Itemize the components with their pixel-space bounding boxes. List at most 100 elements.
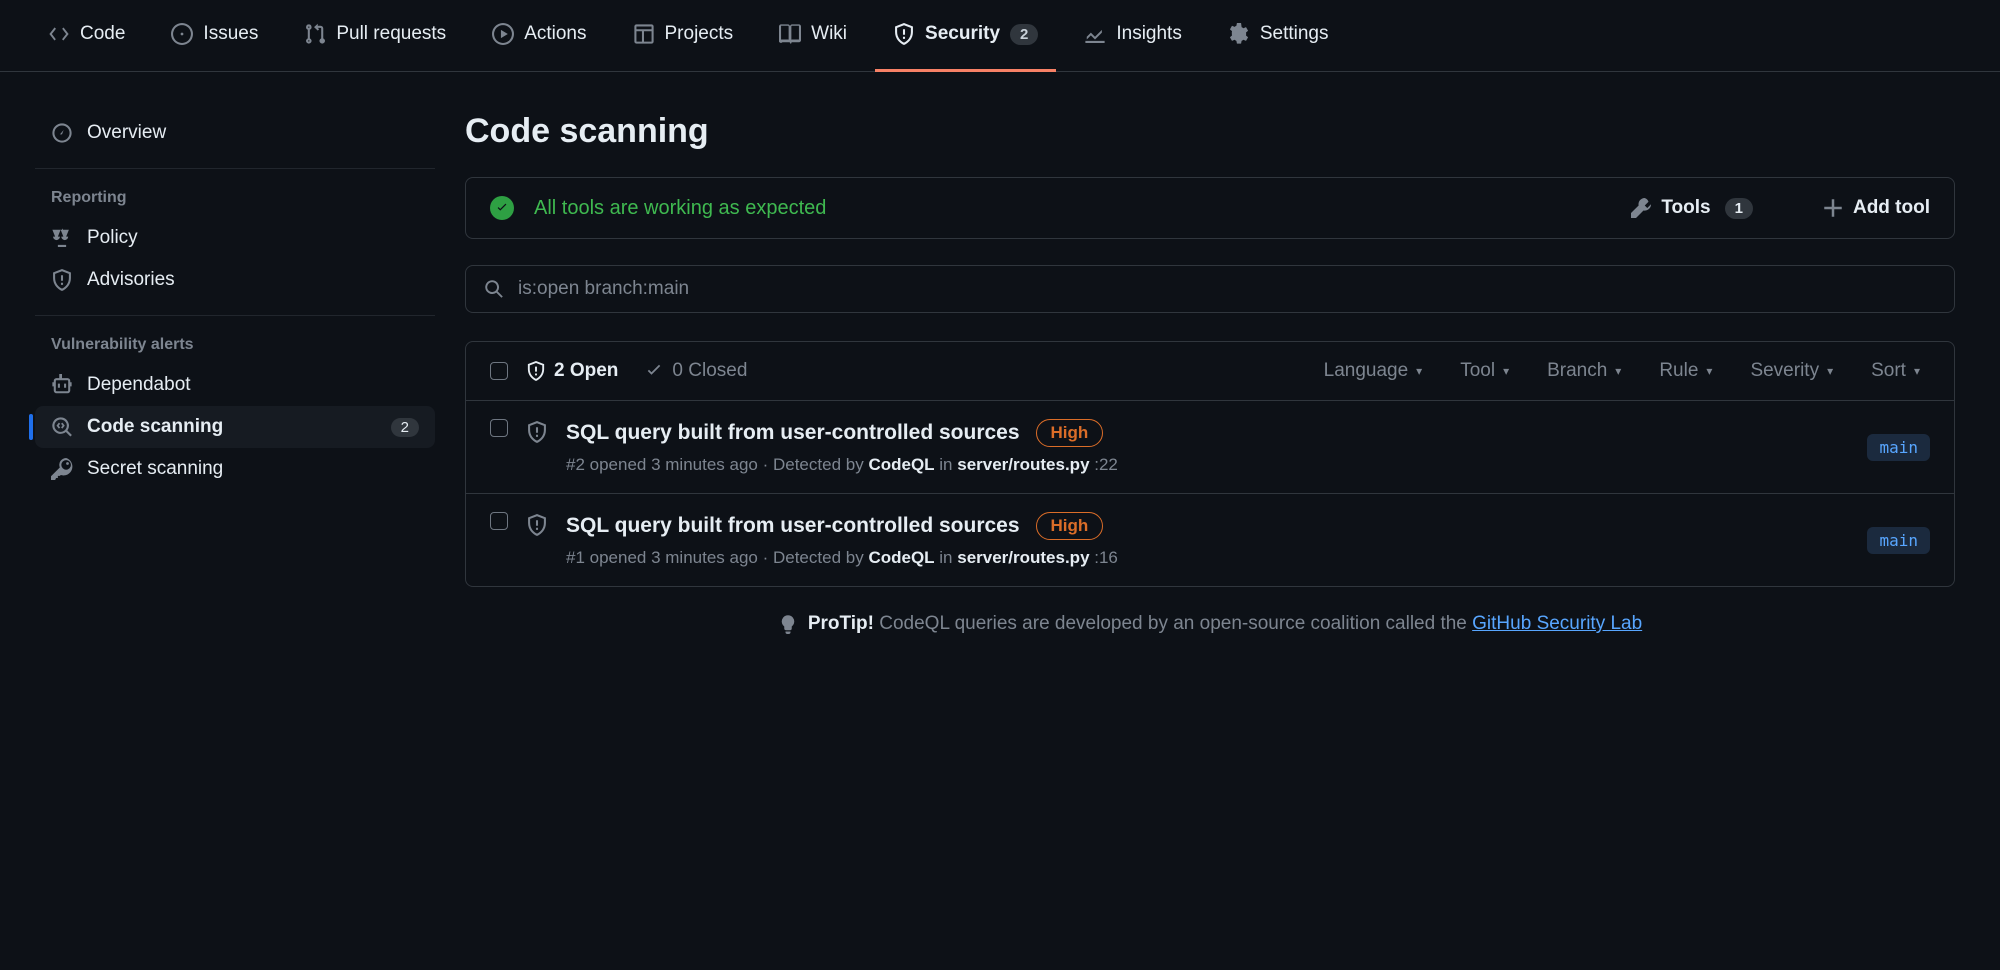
shield-alert-icon — [526, 514, 548, 536]
codescan-icon — [51, 416, 73, 438]
branch-badge: main — [1867, 527, 1930, 554]
tab-label: Issues — [203, 23, 258, 45]
main-content: Code scanning All tools are working as e… — [465, 112, 1955, 635]
chevron-down-icon: ▾ — [1914, 364, 1920, 378]
protip-label: ProTip! — [808, 613, 874, 634]
shield-alert-icon — [526, 421, 548, 443]
severity-badge: High — [1036, 512, 1104, 540]
check-icon — [644, 361, 664, 381]
sidebar-label: Dependabot — [87, 374, 191, 396]
tab-settings[interactable]: Settings — [1210, 0, 1347, 72]
sidebar-item-secret-scanning[interactable]: Secret scanning — [35, 448, 435, 490]
sidebar-item-code-scanning[interactable]: Code scanning 2 — [35, 406, 435, 448]
tab-pull-requests[interactable]: Pull requests — [286, 0, 464, 72]
protip-link[interactable]: GitHub Security Lab — [1472, 613, 1642, 634]
shield-alert-icon — [526, 361, 546, 381]
sidebar-label: Code scanning — [87, 416, 223, 438]
branch-badge: main — [1867, 434, 1930, 461]
chevron-down-icon: ▾ — [1416, 364, 1422, 378]
tab-label: Actions — [524, 23, 586, 45]
tab-label: Projects — [665, 23, 734, 45]
open-tab[interactable]: 2 Open — [526, 360, 618, 382]
tab-label: Security — [925, 23, 1000, 45]
search-box[interactable] — [465, 265, 1955, 313]
protip: ProTip! CodeQL queries are developed by … — [465, 613, 1955, 635]
security-sidebar: Overview Reporting Policy Advisories Vul… — [35, 112, 435, 635]
filter-language[interactable]: Language▾ — [1314, 360, 1433, 382]
search-input[interactable] — [518, 278, 1936, 300]
meter-icon — [51, 122, 73, 144]
sidebar-label: Advisories — [87, 269, 175, 291]
tab-insights[interactable]: Insights — [1066, 0, 1199, 72]
add-tool-label: Add tool — [1853, 197, 1930, 219]
code-icon — [48, 23, 70, 45]
key-icon — [51, 458, 73, 480]
chevron-down-icon: ▾ — [1503, 364, 1509, 378]
graph-icon — [1084, 23, 1106, 45]
tab-security[interactable]: Security 2 — [875, 0, 1056, 72]
sidebar-section-vuln: Vulnerability alerts — [35, 330, 435, 364]
sidebar-item-overview[interactable]: Overview — [35, 112, 435, 154]
divider — [35, 168, 435, 169]
code-scanning-count: 2 — [391, 418, 419, 437]
closed-tab[interactable]: 0 Closed — [644, 360, 747, 382]
alert-list-header: 2 Open 0 Closed Language▾ Tool▾ Branch▾ … — [466, 342, 1954, 401]
divider — [35, 315, 435, 316]
open-count-label: 2 Open — [554, 360, 618, 382]
sidebar-label: Overview — [87, 122, 166, 144]
gear-icon — [1228, 23, 1250, 45]
sidebar-label: Policy — [87, 227, 138, 249]
tool-status-bar: All tools are working as expected Tools … — [465, 177, 1955, 239]
alert-list: 2 Open 0 Closed Language▾ Tool▾ Branch▾ … — [465, 341, 1955, 587]
alert-checkbox[interactable] — [490, 512, 508, 530]
sidebar-item-advisories[interactable]: Advisories — [35, 259, 435, 301]
filter-rule[interactable]: Rule▾ — [1649, 360, 1722, 382]
page-title: Code scanning — [465, 112, 1955, 151]
shield-icon — [893, 23, 915, 45]
filter-sort[interactable]: Sort▾ — [1861, 360, 1930, 382]
book-icon — [779, 23, 801, 45]
sidebar-item-policy[interactable]: Policy — [35, 217, 435, 259]
severity-badge: High — [1036, 419, 1104, 447]
tab-label: Code — [80, 23, 125, 45]
sidebar-label: Secret scanning — [87, 458, 223, 480]
chevron-down-icon: ▾ — [1827, 364, 1833, 378]
wrench-icon — [1631, 198, 1651, 218]
select-all-checkbox[interactable] — [490, 362, 508, 380]
security-count-badge: 2 — [1010, 24, 1038, 45]
alert-row[interactable]: SQL query built from user-controlled sou… — [466, 494, 1954, 586]
sidebar-item-dependabot[interactable]: Dependabot — [35, 364, 435, 406]
dependabot-icon — [51, 374, 73, 396]
tools-count: 1 — [1725, 198, 1753, 219]
alert-meta: #2 opened 3 minutes ago · Detected by Co… — [566, 455, 1849, 475]
tools-dropdown[interactable]: Tools 1 — [1631, 197, 1753, 219]
law-icon — [51, 227, 73, 249]
git-pull-request-icon — [304, 23, 326, 45]
tools-label: Tools — [1661, 197, 1710, 219]
chevron-down-icon: ▾ — [1615, 364, 1621, 378]
tab-label: Wiki — [811, 23, 847, 45]
tab-code[interactable]: Code — [30, 0, 143, 72]
sidebar-section-reporting: Reporting — [35, 183, 435, 217]
filter-tool[interactable]: Tool▾ — [1450, 360, 1519, 382]
tab-label: Settings — [1260, 23, 1329, 45]
alert-title: SQL query built from user-controlled sou… — [566, 421, 1020, 445]
filter-branch[interactable]: Branch▾ — [1537, 360, 1631, 382]
alert-meta: #1 opened 3 minutes ago · Detected by Co… — [566, 548, 1849, 568]
status-text: All tools are working as expected — [534, 197, 826, 220]
tab-actions[interactable]: Actions — [474, 0, 604, 72]
alert-row[interactable]: SQL query built from user-controlled sou… — [466, 401, 1954, 494]
alert-title: SQL query built from user-controlled sou… — [566, 514, 1020, 538]
tab-issues[interactable]: Issues — [153, 0, 276, 72]
plus-icon — [1823, 198, 1843, 218]
tab-wiki[interactable]: Wiki — [761, 0, 865, 72]
shield-icon — [51, 269, 73, 291]
add-tool-button[interactable]: Add tool — [1823, 197, 1930, 219]
play-icon — [492, 23, 514, 45]
chevron-down-icon: ▾ — [1706, 364, 1712, 378]
alert-checkbox[interactable] — [490, 419, 508, 437]
filter-severity[interactable]: Severity▾ — [1740, 360, 1843, 382]
lightbulb-icon — [778, 614, 798, 634]
tab-projects[interactable]: Projects — [615, 0, 752, 72]
repo-nav: Code Issues Pull requests Actions Projec… — [0, 0, 2000, 72]
